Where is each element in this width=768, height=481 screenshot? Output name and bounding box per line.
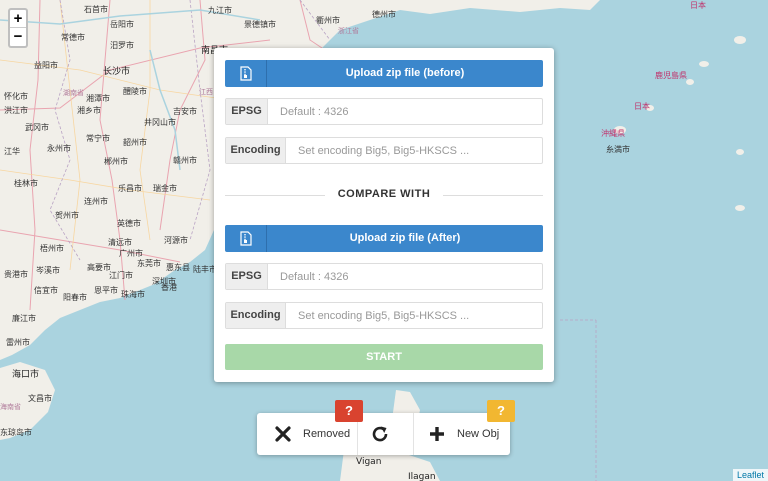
map-place-label: 信宜市 bbox=[34, 286, 58, 295]
map-place-label: 赣州市 bbox=[173, 156, 197, 165]
encoding-before-input[interactable] bbox=[286, 138, 542, 163]
map-place-label: 永州市 bbox=[47, 144, 71, 153]
map-place-label: 益阳市 bbox=[34, 61, 58, 70]
refresh-button[interactable] bbox=[371, 413, 389, 455]
map-place-label: 湖南省 bbox=[63, 89, 84, 97]
map-place-label: 贺州市 bbox=[55, 211, 79, 220]
map-place-label: 糸満市 bbox=[606, 145, 630, 154]
map-place-label: 清远市 bbox=[108, 238, 132, 247]
map-place-label: 韶州市 bbox=[123, 138, 147, 147]
refresh-icon bbox=[371, 425, 389, 443]
map-place-label: 醴陵市 bbox=[123, 87, 147, 96]
new-obj-help-badge[interactable]: ? bbox=[487, 400, 515, 422]
map-place-label: 东莞市 bbox=[137, 259, 161, 268]
new-obj-label: New Obj bbox=[457, 428, 500, 440]
map-place-label: 东琼岛市 bbox=[0, 428, 32, 437]
toolbar-separator bbox=[413, 413, 414, 455]
map-place-label: 浙江省 bbox=[338, 27, 359, 35]
map-place-label: 连州市 bbox=[84, 197, 108, 206]
encoding-after-label: Encoding bbox=[226, 303, 286, 328]
zoom-in-button[interactable]: + bbox=[10, 10, 26, 28]
map-place-label: 岳阳市 bbox=[110, 20, 134, 29]
map-place-label: 贵港市 bbox=[4, 270, 28, 279]
upload-before-button[interactable]: Upload zip file (before) bbox=[225, 60, 543, 87]
compare-with-heading: COMPARE WITH bbox=[337, 188, 431, 200]
zoom-out-button[interactable]: − bbox=[10, 28, 26, 46]
map-place-label: 沖縄県 bbox=[601, 129, 625, 138]
upload-after-button[interactable]: Upload zip file (After) bbox=[225, 225, 543, 252]
map-place-label: 珠海市 bbox=[121, 290, 145, 299]
divider-line-right bbox=[443, 195, 543, 196]
map-place-label: 桂林市 bbox=[14, 179, 38, 188]
attribution-link[interactable]: Leaflet bbox=[732, 469, 768, 481]
map-place-label: 日本 bbox=[634, 102, 650, 111]
encoding-before-label: Encoding bbox=[226, 138, 286, 163]
map-place-label: Ilagan bbox=[408, 472, 436, 481]
epsg-after-input[interactable] bbox=[268, 264, 542, 289]
map-place-label: 吉安市 bbox=[173, 107, 197, 116]
file-zip-icon bbox=[225, 60, 267, 87]
map-place-label: 洪江市 bbox=[4, 106, 28, 115]
map-place-label: 九江市 bbox=[208, 6, 232, 15]
map-place-label: 惠东县 bbox=[166, 263, 190, 272]
removed-label: Removed bbox=[303, 428, 351, 440]
map-place-label: 香港 bbox=[161, 283, 177, 292]
epsg-before-field: EPSG bbox=[225, 98, 543, 125]
map-place-label: 岑溪市 bbox=[36, 266, 60, 275]
encoding-after-field: Encoding bbox=[225, 302, 543, 329]
map-place-label: 江西 bbox=[199, 88, 213, 96]
map-place-label: 衢州市 bbox=[316, 16, 340, 25]
map-place-label: 英德市 bbox=[117, 219, 141, 228]
map-place-label: 汨罗市 bbox=[110, 41, 134, 50]
map-place-label: 海口市 bbox=[12, 370, 40, 380]
map-place-label: 瑞金市 bbox=[153, 184, 177, 193]
compare-panel: Upload zip file (before) EPSG Encoding C… bbox=[214, 48, 554, 382]
map-place-label: 德州市 bbox=[372, 10, 396, 19]
close-icon bbox=[275, 426, 291, 442]
map-place-label: 石首市 bbox=[84, 5, 108, 14]
map-place-label: 长沙市 bbox=[103, 67, 131, 77]
map-place-label: 湘潭市 bbox=[86, 94, 110, 103]
map-place-label: 河源市 bbox=[164, 236, 188, 245]
map-place-label: 武冈市 bbox=[25, 123, 49, 132]
map-place-label: 海南省 bbox=[0, 403, 21, 411]
start-button[interactable]: START bbox=[225, 344, 543, 370]
removed-help-badge[interactable]: ? bbox=[335, 400, 363, 422]
map-place-label: 江门市 bbox=[109, 271, 133, 280]
epsg-after-field: EPSG bbox=[225, 263, 543, 290]
map-place-label: 怀化市 bbox=[4, 92, 28, 101]
map-place-label: 高要市 bbox=[87, 263, 111, 272]
diff-toolbar: Removed New Obj bbox=[257, 413, 510, 455]
plus-icon bbox=[429, 426, 445, 442]
file-zip-icon bbox=[225, 225, 267, 252]
encoding-before-field: Encoding bbox=[225, 137, 543, 164]
map-place-label: 郴州市 bbox=[104, 157, 128, 166]
epsg-before-label: EPSG bbox=[226, 99, 268, 124]
map-place-label: 景德镇市 bbox=[244, 20, 276, 29]
map-place-label: 恩平市 bbox=[94, 286, 118, 295]
zoom-control: + − bbox=[8, 8, 28, 48]
map-place-label: 常宁市 bbox=[86, 134, 110, 143]
encoding-after-input[interactable] bbox=[286, 303, 542, 328]
map-place-label: 阳春市 bbox=[63, 293, 87, 302]
compare-divider: COMPARE WITH bbox=[225, 188, 543, 202]
map-place-label: 日本 bbox=[690, 1, 706, 10]
epsg-after-label: EPSG bbox=[226, 264, 268, 289]
map-place-label: 梧州市 bbox=[40, 244, 64, 253]
map-place-label: 雷州市 bbox=[6, 338, 30, 347]
map-place-label: 常德市 bbox=[61, 33, 85, 42]
map-place-label: 文昌市 bbox=[28, 394, 52, 403]
map-place-label: Vigan bbox=[356, 457, 382, 467]
map-place-label: 江华 bbox=[4, 147, 20, 156]
upload-after-label: Upload zip file (After) bbox=[349, 232, 461, 244]
map-place-label: 廉江市 bbox=[12, 314, 36, 323]
map-place-label: 井冈山市 bbox=[144, 118, 176, 127]
map-place-label: 湘乡市 bbox=[77, 106, 101, 115]
epsg-before-input[interactable] bbox=[268, 99, 542, 124]
map-place-label: 鹿児島県 bbox=[655, 71, 687, 80]
map-place-label: 乐昌市 bbox=[118, 184, 142, 193]
upload-before-label: Upload zip file (before) bbox=[345, 67, 465, 79]
